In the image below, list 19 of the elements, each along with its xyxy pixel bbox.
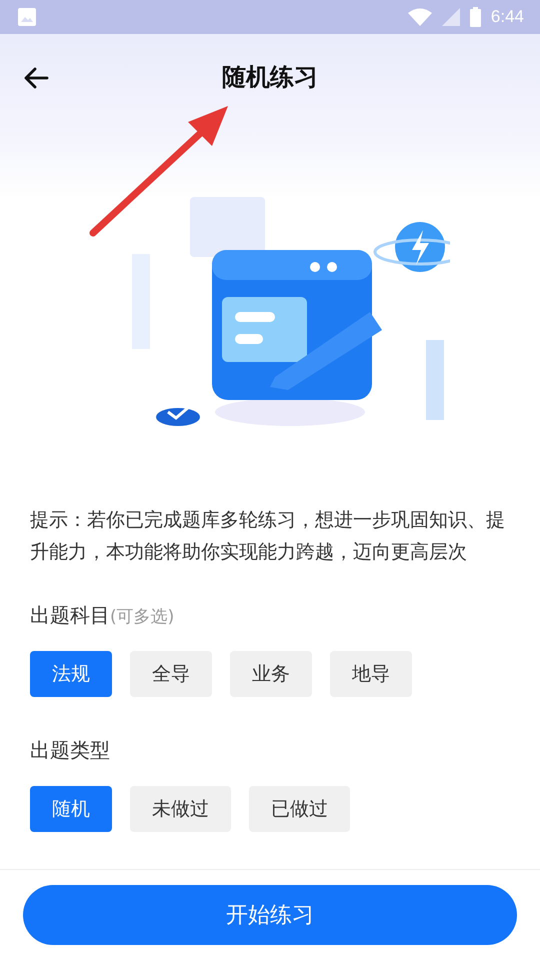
back-arrow-icon[interactable] xyxy=(23,67,49,89)
start-button[interactable]: 开始练习 xyxy=(23,885,517,945)
wifi-icon xyxy=(408,8,432,26)
battery-icon xyxy=(470,7,481,27)
option-chip[interactable]: 业务 xyxy=(230,651,312,697)
option-chip[interactable]: 随机 xyxy=(30,786,112,832)
option-chip[interactable]: 法规 xyxy=(30,651,112,697)
signal-icon xyxy=(442,8,460,26)
option-chip[interactable]: 未做过 xyxy=(130,786,231,832)
image-icon xyxy=(18,8,36,26)
page-title: 随机练习 xyxy=(222,62,318,93)
option-chip[interactable]: 已做过 xyxy=(249,786,350,832)
clock-time: 6:44 xyxy=(490,7,524,27)
section-note: (可多选) xyxy=(110,606,174,628)
option-chip[interactable]: 全导 xyxy=(130,651,212,697)
section-label: 出题科目 xyxy=(30,602,110,629)
option-chip[interactable]: 地导 xyxy=(330,651,412,697)
section-label: 出题类型 xyxy=(30,737,110,764)
hint-text: 提示：若你已完成题库多轮练习，想进一步巩固知识、提升能力，本功能将助你实现能力跨越，迈向更高层次 xyxy=(30,508,506,565)
